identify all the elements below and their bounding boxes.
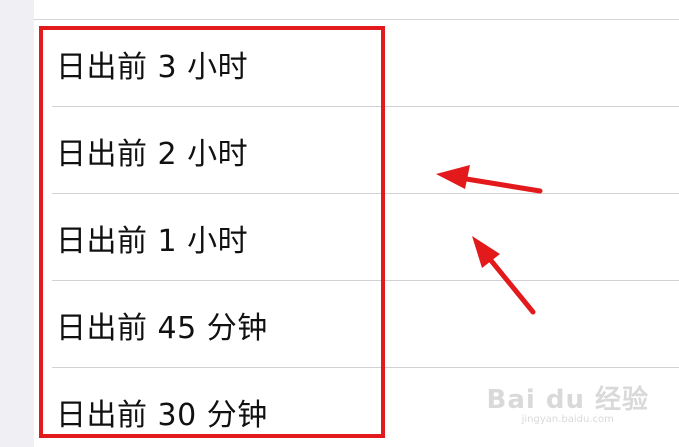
option-list: 日出前 3 小时 日出前 2 小时 日出前 1 小时 日出前 45 分钟 日出前… [34, 0, 679, 447]
option-row-3h-before-sunrise[interactable]: 日出前 3 小时 [34, 20, 679, 107]
option-label: 日出前 30 分钟 [56, 397, 268, 433]
grouped-background [0, 0, 34, 447]
option-row-30m-before-sunrise[interactable]: 日出前 30 分钟 [34, 368, 679, 447]
screenshot: 日出前 3 小时 日出前 2 小时 日出前 1 小时 日出前 45 分钟 日出前… [0, 0, 679, 447]
option-row-2h-before-sunrise[interactable]: 日出前 2 小时 [34, 107, 679, 194]
option-label: 日出前 1 小时 [56, 223, 249, 259]
option-label: 日出前 2 小时 [56, 136, 249, 172]
option-label: 日出前 3 小时 [56, 49, 249, 85]
option-label: 日出前 45 分钟 [56, 310, 268, 346]
option-row-1h-before-sunrise[interactable]: 日出前 1 小时 [34, 194, 679, 281]
option-row-45m-before-sunrise[interactable]: 日出前 45 分钟 [34, 281, 679, 368]
